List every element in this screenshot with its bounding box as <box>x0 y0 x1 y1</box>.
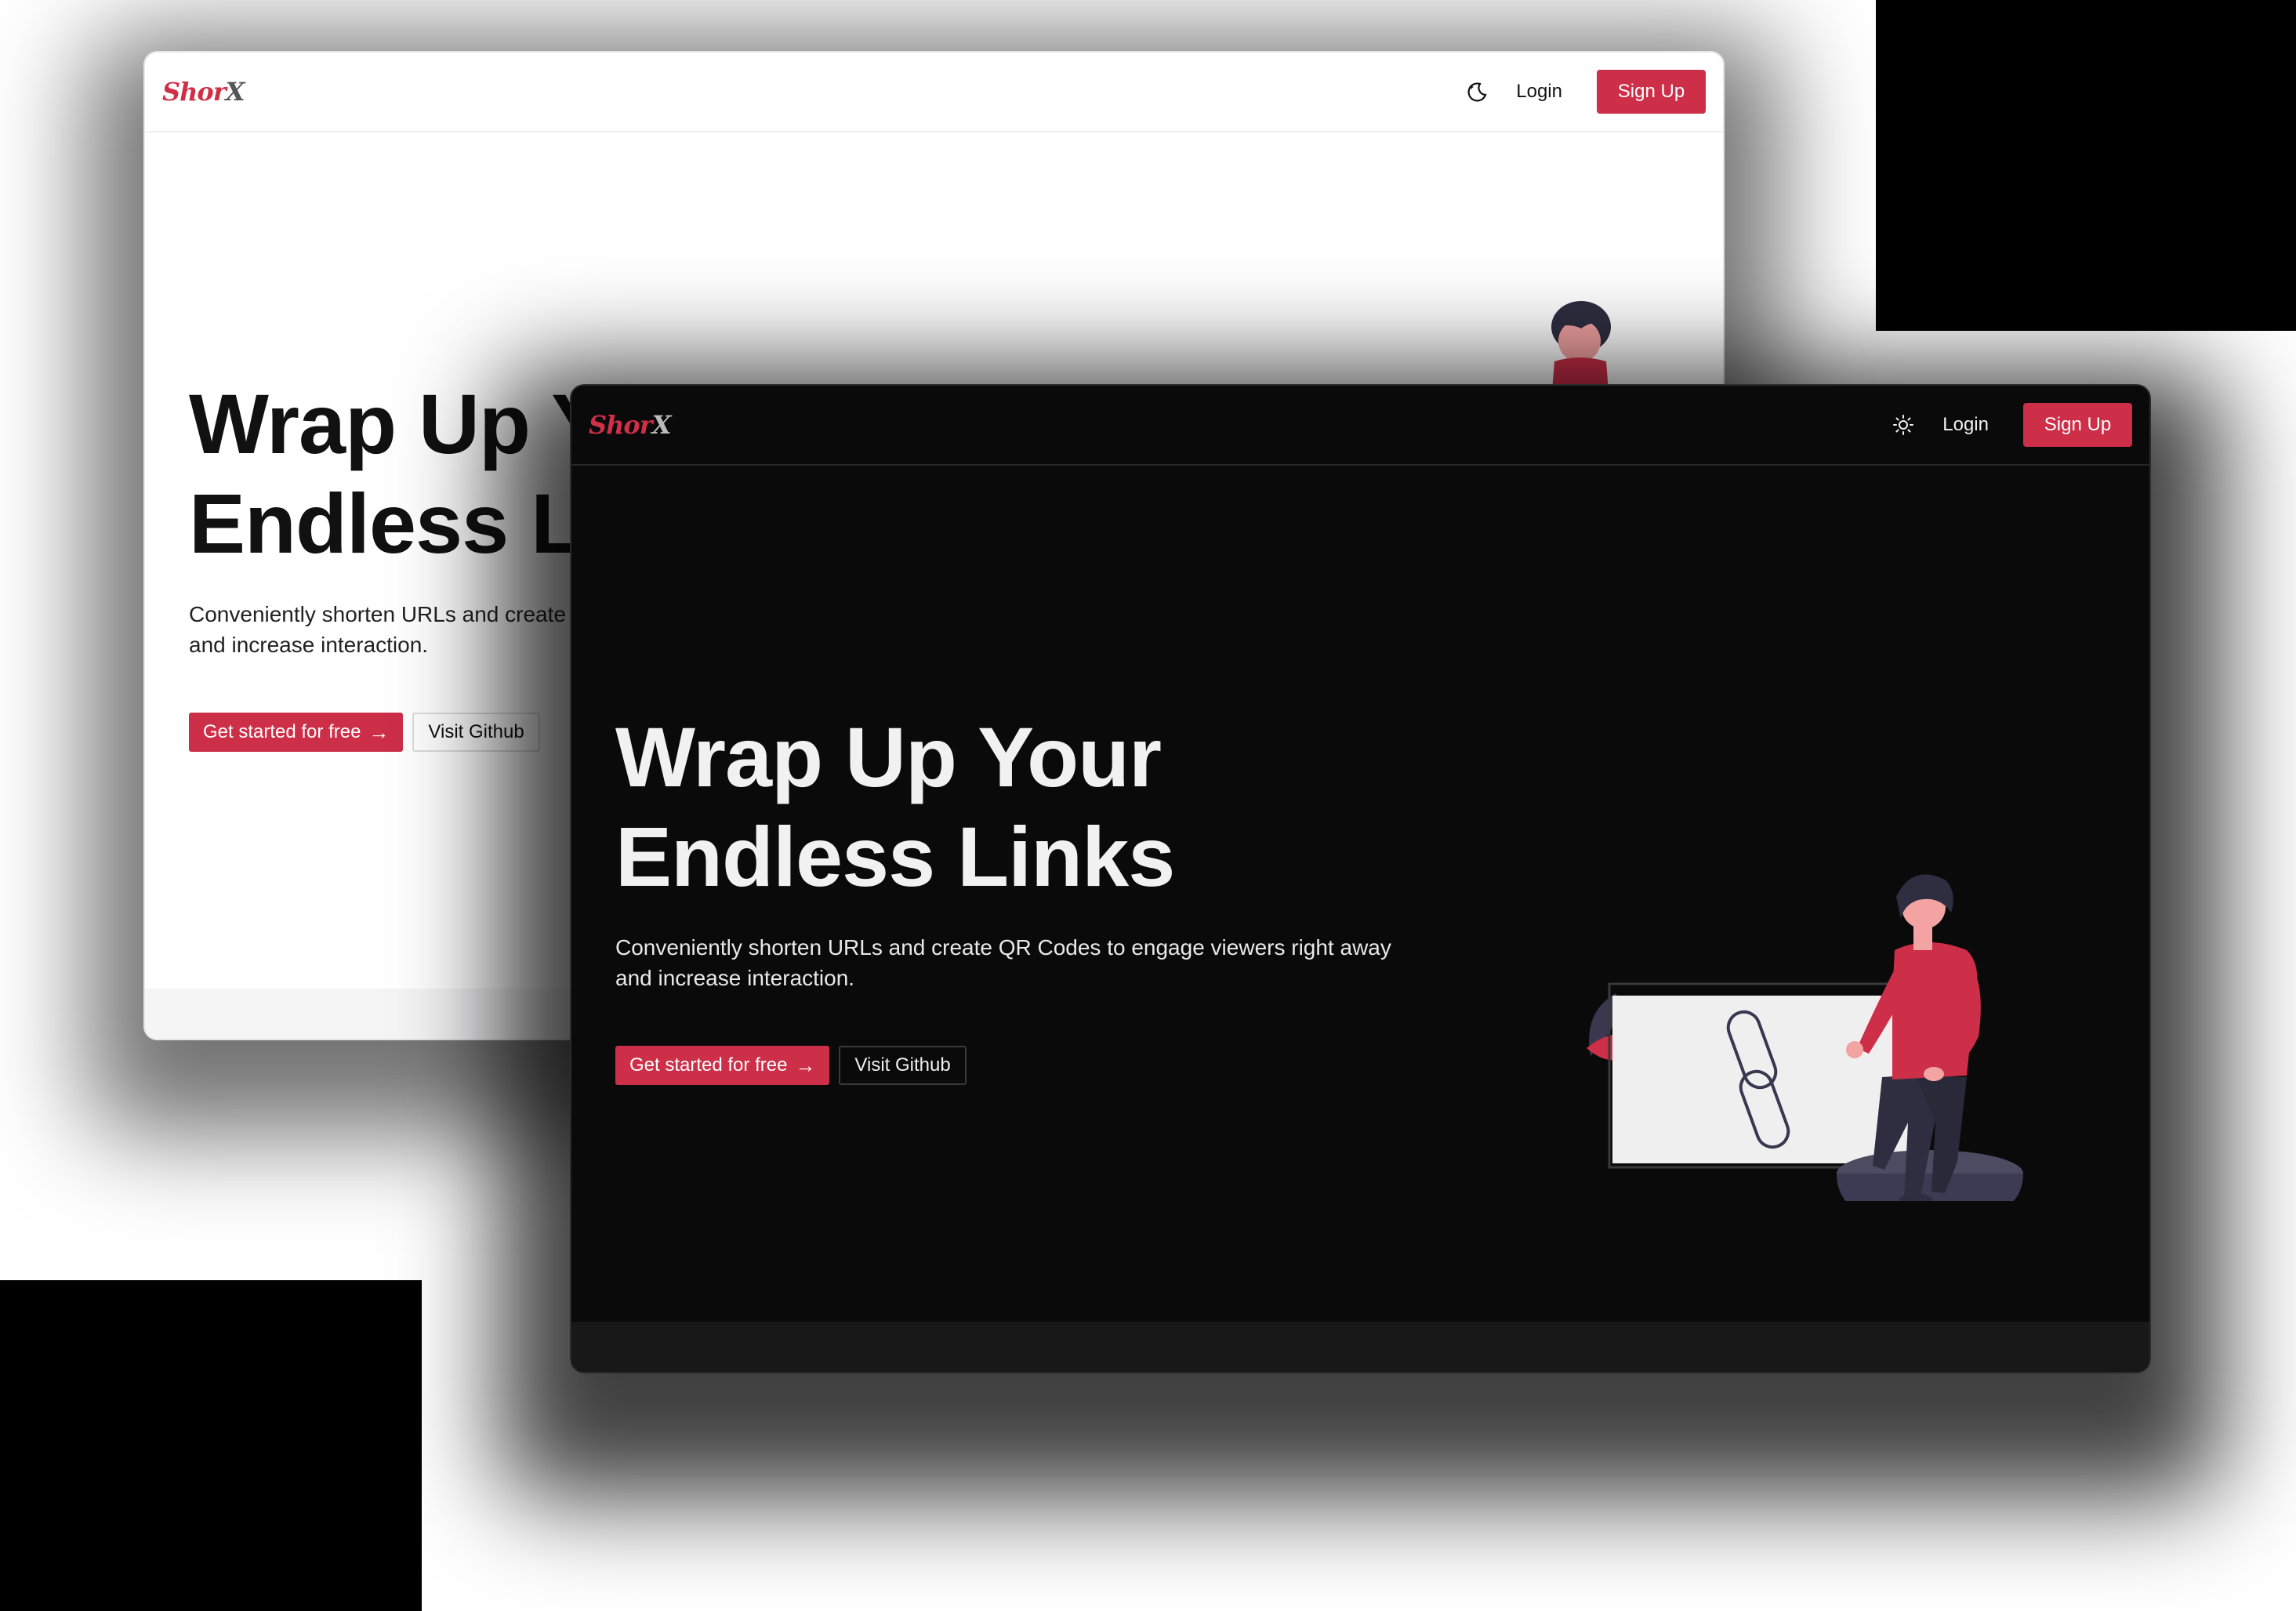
nav-actions: Login Sign Up <box>1461 70 1706 114</box>
corner-block-bottom-left <box>0 1280 422 1611</box>
logo[interactable]: ShorX <box>162 77 245 107</box>
get-started-button[interactable]: Get started for free → <box>615 1046 830 1085</box>
logo-part-2: X <box>225 77 245 107</box>
hero-title-line-1: Wrap Up Your <box>615 709 1162 804</box>
navbar: ShorX Login Sign Up <box>145 53 1723 132</box>
navbar: ShorX Login Sign Up <box>571 386 2149 466</box>
signup-button[interactable]: Sign Up <box>1597 70 1706 114</box>
get-started-label: Get started for free <box>629 1054 788 1076</box>
login-link[interactable]: Login <box>1516 81 1562 103</box>
hero-title: Wrap Up Your Endless Links <box>615 707 1175 906</box>
cta-row: Get started for free → Visit Github <box>615 1046 967 1085</box>
arrow-right-icon: → <box>795 1053 816 1077</box>
cta-row: Get started for free → Visit Github <box>189 713 540 752</box>
nav-actions: Login Sign Up <box>1888 403 2132 447</box>
sun-icon[interactable] <box>1888 409 1919 441</box>
hero-title-line-2: Endless Links <box>615 809 1175 904</box>
person-with-link-illustration <box>1587 874 2023 1201</box>
visit-github-button[interactable]: Visit Github <box>839 1046 967 1085</box>
get-started-button[interactable]: Get started for free → <box>189 713 404 752</box>
get-started-label: Get started for free <box>203 721 361 742</box>
logo[interactable]: ShorX <box>589 410 672 440</box>
signup-button[interactable]: Sign Up <box>2023 403 2132 447</box>
dark-mode-window: ShorX Login Sign Up Wrap Up Your Endless… <box>570 384 2151 1373</box>
logo-part-2: X <box>651 410 672 440</box>
moon-icon[interactable] <box>1461 76 1493 107</box>
logo-part-1: Shor <box>162 77 227 107</box>
screenshot-canvas: ShorX Login Sign Up Wrap Up Your Endless… <box>0 0 2296 1611</box>
arrow-right-icon: → <box>368 720 390 744</box>
logo-part-1: Shor <box>589 410 653 440</box>
hero-subtitle: Conveniently shorten URLs and create QR … <box>615 935 1391 990</box>
visit-github-button[interactable]: Visit Github <box>412 713 540 752</box>
corner-block-top-right <box>1876 0 2296 331</box>
footer-strip <box>571 1322 2149 1372</box>
login-link[interactable]: Login <box>1942 414 1989 436</box>
